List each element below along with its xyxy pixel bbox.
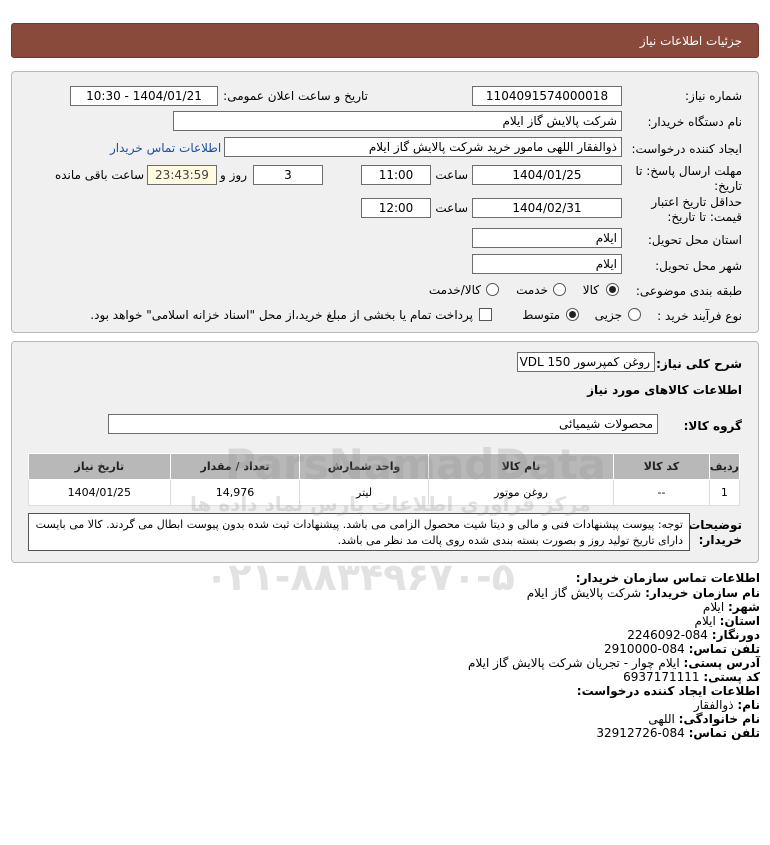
remaining-timer: 23:43:59	[147, 165, 217, 185]
creator-family-value: اللهی	[648, 712, 675, 726]
buyer-org-label: نام دستگاه خریدار:	[647, 115, 743, 129]
process-label: نوع فرآیند خرید :	[657, 309, 742, 323]
contact-postal-value: 6937171111	[623, 670, 700, 684]
contact-fax: دورنگار: 084-2246092	[627, 628, 760, 642]
creator-family: نام خانوادگی: اللهی	[648, 712, 760, 726]
days-and-label: روز و	[220, 168, 247, 182]
need-number-field: 1104091574000018	[472, 86, 622, 106]
summary-label: شرح کلی نیاز:	[656, 357, 742, 371]
announce-datetime-label: تاریخ و ساعت اعلان عمومی:	[223, 89, 368, 103]
col-date: تاریخ نیاز	[28, 453, 171, 480]
category-radio-service[interactable]	[553, 283, 566, 296]
category-option-goods: کالا	[582, 283, 599, 297]
cell-date: 1404/01/25	[28, 479, 171, 506]
validity-date-field: 1404/02/31	[472, 198, 622, 218]
contact-org: نام سازمان خریدار: شرکت پالایش گاز ایلام	[526, 586, 760, 600]
city-label: شهر محل تحویل:	[655, 259, 742, 273]
days-field: 3	[253, 165, 323, 185]
cell-unit: لیتر	[299, 479, 429, 506]
col-row: ردیف	[708, 453, 741, 480]
remaining-label: ساعت باقی مانده	[54, 168, 144, 182]
creator-name-value: ذوالفقار	[693, 698, 734, 712]
notes-label-2: خریدار:	[698, 533, 742, 547]
treasury-checkbox[interactable]	[479, 308, 492, 321]
province-label: استان محل تحویل:	[647, 233, 742, 247]
contact-phone: تلفن تماس: 084-2910000	[604, 642, 760, 656]
cell-qty: 14,976	[169, 479, 301, 506]
contact-province-value: ایلام	[694, 614, 716, 628]
notes-field: توجه: پیوست پیشنهادات فنی و مالی و دیتا …	[28, 513, 690, 551]
category-option-both: کالا/خدمت	[428, 283, 481, 297]
goods-group-label: گروه کالا:	[683, 419, 742, 433]
creator-phone: تلفن تماس: 084-32912726	[596, 726, 760, 740]
process-radio-minor[interactable]	[628, 308, 641, 321]
goods-info-title: اطلاعات کالاهای مورد نیاز	[587, 383, 742, 397]
contact-fax-value: 084-2246092	[627, 628, 708, 642]
process-radio-medium[interactable]	[566, 308, 579, 321]
contact-address: آدرس پستی: ایلام چوار - تجریان شرکت پالا…	[468, 656, 760, 670]
category-option-service: خدمت	[516, 283, 548, 297]
province-field: ایلام	[472, 228, 622, 248]
contact-org-value: شرکت پالایش گاز ایلام	[526, 586, 642, 600]
deadline-label-2: تاریخ:	[714, 179, 742, 193]
cell-name: روغن موتور	[427, 479, 615, 506]
contact-province: استان: ایلام	[694, 614, 760, 628]
category-radio-both[interactable]	[486, 283, 499, 296]
col-qty: تعداد / مقدار	[169, 453, 301, 480]
contact-phone-value: 084-2910000	[604, 642, 685, 656]
process-option-medium: متوسط	[522, 308, 560, 322]
goods-group-field: محصولات شیمیائی	[108, 414, 658, 434]
col-code: کد کالا	[613, 453, 710, 480]
cell-row: 1	[708, 479, 741, 506]
col-unit: واحد شمارش	[299, 453, 429, 480]
contact-title: اطلاعات تماس سازمان خریدار:	[575, 571, 760, 585]
goods-table: ردیف کد کالا نام کالا واحد شمارش تعداد /…	[28, 453, 741, 506]
validity-hour-field: 12:00	[361, 198, 431, 218]
process-option-minor: جزیی	[594, 308, 622, 322]
creator-title: اطلاعات ایجاد کننده درخواست:	[576, 684, 760, 698]
deadline-date-field: 1404/01/25	[472, 165, 622, 185]
city-field: ایلام	[472, 254, 622, 274]
page-title: جزئیات اطلاعات نیاز	[639, 34, 742, 48]
buyer-contact-link[interactable]: اطلاعات تماس خریدار	[110, 141, 221, 155]
deadline-hour-label: ساعت	[435, 168, 468, 182]
validity-hour-label: ساعت	[435, 201, 468, 215]
creator-label: ایجاد کننده درخواست:	[631, 142, 742, 156]
contact-address-value: ایلام چوار - تجریان شرکت پالایش گاز ایلا…	[468, 656, 680, 670]
deadline-label-1: مهلت ارسال پاسخ: تا	[635, 164, 742, 178]
summary-field: روغن کمپرسور VDL 150	[517, 352, 655, 372]
contact-postal: کد پستی: 6937171111	[623, 670, 760, 684]
announce-datetime-field: 1404/01/21 - 10:30	[70, 86, 218, 106]
buyer-org-field: شرکت پالایش گاز ایلام	[173, 111, 622, 131]
deadline-hour-field: 11:00	[361, 165, 431, 185]
validity-label-1: حداقل تاریخ اعتبار	[651, 195, 742, 209]
contact-city: شهر: ایلام	[702, 600, 760, 614]
creator-phone-value: 084-32912726	[596, 726, 685, 740]
payment-note: پرداخت تمام یا بخشی از مبلغ خرید،از محل …	[90, 308, 473, 322]
table-row: 1 -- روغن موتور لیتر 14,976 1404/01/25	[28, 479, 741, 506]
need-number-label: شماره نیاز:	[685, 89, 742, 103]
creator-field: ذوالفقار اللهی مامور خرید شرکت پالایش گا…	[224, 137, 622, 157]
notes-label-1: توضیحات	[688, 518, 742, 532]
col-name: نام کالا	[427, 453, 615, 480]
creator-name: نام: ذوالفقار	[693, 698, 760, 712]
cell-code: --	[613, 479, 710, 506]
goods-table-header: ردیف کد کالا نام کالا واحد شمارش تعداد /…	[28, 453, 741, 480]
contact-city-value: ایلام	[702, 600, 725, 614]
category-radio-goods[interactable]	[606, 283, 619, 296]
category-label: طبقه بندی موضوعی:	[635, 284, 742, 298]
page-header: جزئیات اطلاعات نیاز	[11, 23, 759, 58]
validity-label-2: قیمت: تا تاریخ:	[667, 210, 742, 224]
